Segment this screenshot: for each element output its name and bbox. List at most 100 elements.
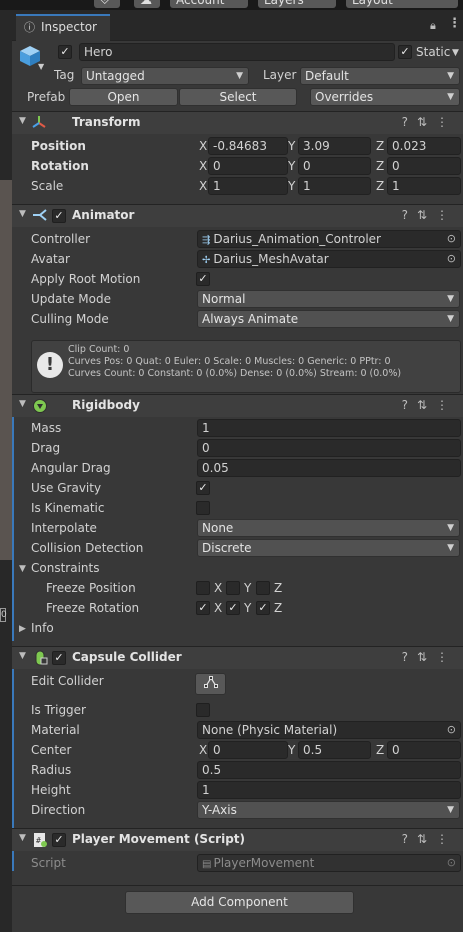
more-icon[interactable]: ⋮ bbox=[436, 650, 457, 664]
apply-root-motion-checkbox[interactable]: ✓ bbox=[196, 272, 210, 286]
player-movement-header[interactable]: ▼ # ✓ Player Movement (Script) ?⇅⋮ bbox=[12, 829, 463, 851]
presets-icon[interactable]: ⇅ bbox=[417, 115, 436, 129]
freeze-rotation-x-checkbox[interactable]: ✓ bbox=[196, 601, 210, 615]
more-icon[interactable]: ⋮ bbox=[448, 16, 461, 31]
rotation-x-field[interactable]: 0 bbox=[208, 157, 288, 175]
active-checkbox[interactable]: ✓ bbox=[58, 45, 72, 59]
object-picker-icon[interactable]: ⊙ bbox=[447, 251, 456, 267]
position-y-field[interactable]: 3.09 bbox=[298, 137, 371, 155]
foldout-icon[interactable]: ▼ bbox=[19, 833, 26, 843]
prefab-open-button[interactable]: Open bbox=[69, 88, 178, 106]
collab-button[interactable]: ⟐ bbox=[94, 0, 120, 8]
more-icon[interactable]: ⋮ bbox=[436, 208, 457, 222]
add-component-button[interactable]: Add Component bbox=[125, 891, 354, 914]
player-movement-enabled-checkbox[interactable]: ✓ bbox=[52, 833, 66, 847]
mass-field[interactable]: 1 bbox=[197, 419, 461, 437]
more-icon[interactable]: ⋮ bbox=[436, 115, 457, 129]
direction-dropdown[interactable]: Y-Axis ▼ bbox=[197, 801, 460, 819]
static-checkbox[interactable]: ✓ bbox=[398, 45, 412, 59]
presets-icon[interactable]: ⇅ bbox=[417, 650, 436, 664]
height-field[interactable]: 1 bbox=[197, 781, 461, 799]
freeze-rotation-y-checkbox[interactable]: ✓ bbox=[226, 601, 240, 615]
scale-y-field[interactable]: 1 bbox=[298, 177, 371, 195]
cloud-button[interactable]: ☁ bbox=[134, 0, 160, 8]
update-mode-dropdown[interactable]: Normal ▼ bbox=[197, 290, 460, 308]
tab-inspector[interactable]: ⓘ Inspector bbox=[16, 14, 110, 41]
position-x-field[interactable]: -0.84683 bbox=[208, 137, 288, 155]
rotation-z-field[interactable]: 0 bbox=[387, 157, 461, 175]
interpolate-dropdown[interactable]: None ▼ bbox=[197, 519, 460, 537]
layout-button[interactable]: Layout bbox=[346, 0, 458, 8]
center-x-field[interactable]: 0 bbox=[208, 741, 288, 759]
warning-icon: ! bbox=[37, 352, 63, 378]
direction-label: Direction bbox=[31, 803, 86, 817]
chevron-down-icon: ▼ bbox=[447, 543, 454, 553]
capsule-collider-enabled-checkbox[interactable]: ✓ bbox=[52, 651, 66, 665]
use-gravity-checkbox[interactable]: ✓ bbox=[196, 481, 210, 495]
material-field[interactable]: None (Physic Material) ⊙ bbox=[197, 721, 461, 739]
lock-icon[interactable]: 🔒︎ bbox=[430, 19, 436, 33]
gameobject-name-field[interactable]: Hero bbox=[79, 43, 395, 61]
prefab-select-button[interactable]: Select bbox=[179, 88, 297, 106]
center-y-field[interactable]: 0.5 bbox=[298, 741, 371, 759]
layers-button[interactable]: Layers bbox=[258, 0, 336, 8]
capsule-collider-header[interactable]: ▼ ✓ Capsule Collider ?⇅⋮ bbox=[12, 647, 463, 669]
transform-header[interactable]: ▼ Transform ?⇅⋮ bbox=[12, 112, 463, 134]
rigidbody-title: Rigidbody bbox=[72, 398, 140, 412]
controller-label: Controller bbox=[31, 232, 91, 246]
culling-mode-dropdown[interactable]: Always Animate ▼ bbox=[197, 310, 460, 328]
info-line: Curves Pos: 0 Quat: 0 Euler: 0 Scale: 0 … bbox=[68, 356, 391, 367]
freeze-rotation-z-checkbox[interactable]: ✓ bbox=[256, 601, 270, 615]
foldout-icon[interactable]: ▼ bbox=[19, 209, 26, 219]
rotation-y-field[interactable]: 0 bbox=[298, 157, 371, 175]
foldout-icon[interactable]: ▼ bbox=[19, 651, 26, 661]
help-icon[interactable]: ? bbox=[402, 398, 417, 412]
foldout-icon[interactable]: ▼ bbox=[19, 399, 26, 409]
presets-icon[interactable]: ⇅ bbox=[417, 398, 436, 412]
angular-drag-field[interactable]: 0.05 bbox=[197, 459, 461, 477]
position-z-field[interactable]: 0.023 bbox=[387, 137, 461, 155]
presets-icon[interactable]: ⇅ bbox=[417, 832, 436, 846]
center-z-field[interactable]: 0 bbox=[387, 741, 461, 759]
center-label: Center bbox=[31, 743, 72, 757]
help-icon[interactable]: ? bbox=[402, 650, 417, 664]
is-trigger-checkbox[interactable] bbox=[196, 703, 210, 717]
animator-header[interactable]: ▼ ✓ Animator ?⇅⋮ bbox=[12, 205, 463, 227]
layer-dropdown[interactable]: Default ▼ bbox=[300, 67, 460, 85]
rigidbody-header[interactable]: ▼ Rigidbody ?⇅⋮ bbox=[12, 395, 463, 417]
radius-field[interactable]: 0.5 bbox=[197, 761, 461, 779]
drag-label: Drag bbox=[31, 441, 61, 455]
object-picker-icon[interactable]: ⊙ bbox=[447, 231, 456, 247]
tag-dropdown[interactable]: Untagged ▼ bbox=[81, 67, 249, 85]
drag-field[interactable]: 0 bbox=[197, 439, 461, 457]
object-picker-icon[interactable]: ⊙ bbox=[447, 722, 456, 738]
freeze-position-y-checkbox[interactable] bbox=[226, 581, 240, 595]
info-foldout-icon[interactable]: ▶ bbox=[19, 624, 26, 634]
freeze-position-z-checkbox[interactable] bbox=[256, 581, 270, 595]
separator bbox=[12, 885, 463, 886]
freeze-position-x-checkbox[interactable] bbox=[196, 581, 210, 595]
help-icon[interactable]: ? bbox=[402, 208, 417, 222]
collision-detection-value: Discrete bbox=[202, 541, 252, 555]
animator-enabled-checkbox[interactable]: ✓ bbox=[52, 209, 66, 223]
scale-z-field[interactable]: 1 bbox=[387, 177, 461, 195]
controller-field[interactable]: ⇶ Darius_Animation_Controler ⊙ bbox=[197, 230, 461, 248]
more-icon[interactable]: ⋮ bbox=[436, 398, 457, 412]
collision-detection-dropdown[interactable]: Discrete ▼ bbox=[197, 539, 460, 557]
axis-z-label: Z bbox=[274, 601, 283, 615]
more-icon[interactable]: ⋮ bbox=[436, 832, 457, 846]
help-icon[interactable]: ? bbox=[402, 115, 417, 129]
static-dropdown-caret[interactable]: ▼ bbox=[452, 48, 459, 58]
scale-x-field[interactable]: 1 bbox=[208, 177, 288, 195]
presets-icon[interactable]: ⇅ bbox=[417, 208, 436, 222]
icon-dropdown-caret[interactable]: ▼ bbox=[38, 62, 44, 71]
is-kinematic-checkbox[interactable] bbox=[196, 501, 210, 515]
edit-collider-button[interactable] bbox=[195, 673, 226, 695]
foldout-icon[interactable]: ▼ bbox=[19, 116, 26, 126]
account-button[interactable]: Account bbox=[170, 0, 248, 8]
avatar-field[interactable]: ✢ Darius_MeshAvatar ⊙ bbox=[197, 250, 461, 268]
help-icon[interactable]: ? bbox=[402, 832, 417, 846]
axis-z-label: Z bbox=[274, 581, 283, 595]
prefab-overrides-dropdown[interactable]: Overrides ▼ bbox=[310, 88, 460, 106]
constraints-foldout-icon[interactable]: ▼ bbox=[19, 564, 26, 574]
